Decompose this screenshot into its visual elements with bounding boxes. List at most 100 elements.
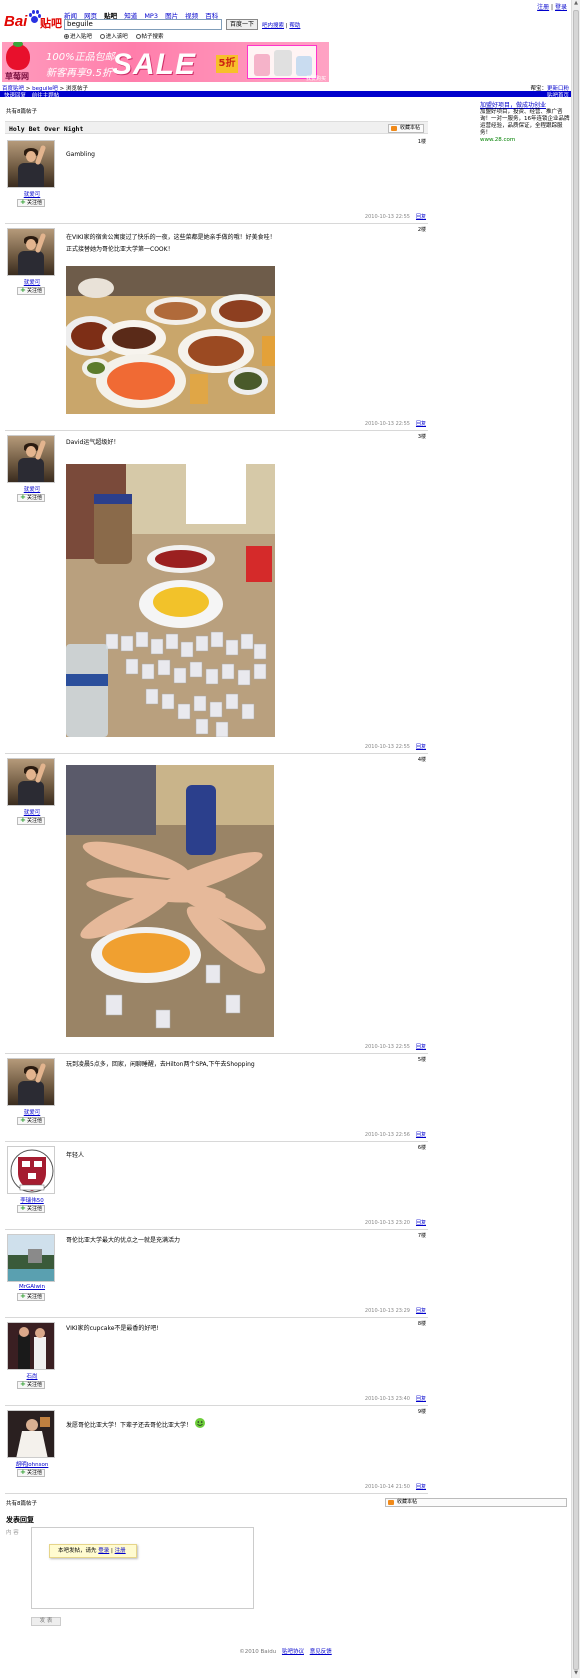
scroll-up-arrow-icon[interactable]: ▲ [573, 0, 579, 8]
harvard-shield-icon [8, 1147, 54, 1193]
follow-button[interactable]: 关注他 [17, 494, 45, 502]
top-links: 注册 | 登录 [537, 4, 567, 11]
follow-button[interactable]: 关注他 [17, 287, 45, 295]
follow-button[interactable]: 关注他 [17, 1469, 45, 1477]
quick-reply-link[interactable]: 快速回复 [4, 93, 26, 99]
username[interactable]: 就爱可 [5, 1108, 59, 1116]
reply-link[interactable]: 回复 [416, 1484, 426, 1490]
login-tip-register-link[interactable]: 注册 [115, 1548, 126, 1554]
side-ad-title[interactable]: 加盟好项目，做成功创业 [480, 102, 570, 109]
favorite-thread-button-bottom[interactable]: 收藏本帖 [385, 1498, 567, 1507]
help-link[interactable]: 帮助 [289, 23, 300, 29]
register-link[interactable]: 注册 [537, 4, 549, 11]
footer-feedback-link[interactable]: 意见反馈 [310, 1649, 332, 1655]
reply-link[interactable]: 回复 [416, 214, 426, 220]
banner-line2: 新客再享9.5折 [46, 68, 112, 79]
floor-number: 2楼 [417, 227, 426, 233]
avatar[interactable] [7, 435, 55, 483]
mahjong-photo[interactable] [66, 464, 275, 737]
vertical-scrollbar[interactable]: ▲ ▼ [571, 0, 580, 1678]
avatar[interactable] [7, 1322, 55, 1370]
scrollbar-thumb[interactable] [573, 10, 579, 1670]
post-time: 2010-10-13 22:56 [364, 1132, 410, 1138]
post-count-bottom: 共有8篇帖子 [6, 1501, 37, 1507]
scroll-down-arrow-icon[interactable]: ▼ [573, 1670, 579, 1678]
avatar[interactable] [7, 758, 55, 806]
avatar[interactable] [7, 1146, 55, 1194]
reply-link[interactable]: 回复 [416, 1396, 426, 1402]
baidu-tieba-logo[interactable]: Bai 贴吧 [4, 10, 62, 32]
post-meta: 2010-10-13 22:55 回复 [365, 1043, 426, 1050]
follow-button[interactable]: 关注他 [17, 817, 45, 825]
avatar[interactable] [7, 1234, 55, 1282]
post-time: 2010-10-13 23:20 [364, 1220, 410, 1226]
username[interactable]: 就爱可 [5, 278, 59, 286]
favorite-thread-button[interactable]: 收藏本帖 [387, 124, 424, 133]
username[interactable]: 就爱可 [5, 485, 59, 493]
search-in-forum-link[interactable]: 吧内搜索 [262, 23, 284, 29]
username[interactable]: 石尚 [5, 1372, 59, 1380]
post-7: MrGAlwin 关注他 7楼 哥伦比亚大学最大的优点之一就是充满活力 2010… [5, 1230, 428, 1318]
floor-number: 8楼 [417, 1321, 426, 1327]
reply-link[interactable]: 回复 [416, 1308, 426, 1314]
reply-link[interactable]: 回复 [416, 1044, 426, 1050]
username[interactable]: 李瑞伟50 [5, 1196, 59, 1204]
banner-products-image [247, 45, 317, 79]
avatar[interactable] [7, 1058, 55, 1106]
username[interactable]: 就爱可 [5, 190, 59, 198]
username[interactable]: MrGAlwin [5, 1284, 59, 1290]
post-meta: 2010-10-13 23:40 回复 [365, 1395, 426, 1402]
radio-enter-forum[interactable]: 进入该吧 [99, 32, 128, 40]
radio-unchecked-icon [135, 34, 141, 39]
avatar[interactable] [7, 228, 55, 276]
radio-label: 进入贴吧 [70, 34, 93, 40]
post-8: 石尚 关注他 8楼 VIKI家的cupcake不是最香的好吧! 2010-10-… [5, 1318, 428, 1406]
reply-link[interactable]: 回复 [416, 421, 426, 427]
radio-checked-icon [64, 34, 69, 39]
login-tip-sep: | [111, 1548, 113, 1554]
search-button[interactable]: 百度一下 [226, 19, 258, 30]
wedding-avatar-image [8, 1411, 54, 1457]
submit-reply-button[interactable]: 发 表 [31, 1617, 61, 1626]
search-options: 进入贴吧 进入该吧 帖子搜索 [64, 32, 170, 40]
hands-photo[interactable] [66, 765, 274, 1037]
radio-enter-tieba[interactable]: 进入贴吧 [64, 32, 92, 40]
reply-textarea[interactable] [31, 1527, 254, 1609]
username[interactable]: 胡明Johnson [5, 1460, 59, 1468]
banner-ad[interactable]: 草莓网 100%正品包邮 新客再享9.5折 SALE 5折 我要购买 [2, 42, 329, 82]
post-content: 发愿哥伦比亚大学！下辈子还去哥伦比亚大学！ [66, 1417, 206, 1432]
search-input[interactable]: beguile [64, 19, 222, 30]
follow-button[interactable]: 关注他 [17, 199, 45, 207]
food-photo[interactable] [66, 266, 275, 414]
smiley-emoticon-icon [194, 1418, 205, 1428]
username[interactable]: 就爱可 [5, 808, 59, 816]
post-time: 2010-10-13 22:55 [364, 744, 410, 750]
footer-terms-link[interactable]: 贴吧协议 [282, 1649, 304, 1655]
goto-topic-link[interactable]: 前往主题帖 [32, 93, 60, 99]
banner-brand: 草莓网 [5, 72, 29, 81]
banner-line1: 100%正品包邮 [46, 52, 115, 63]
radio-post-search[interactable]: 帖子搜索 [135, 32, 164, 40]
paw-icon [28, 10, 41, 24]
post-content: 年轻人 [66, 1150, 84, 1162]
login-link[interactable]: 登录 [555, 4, 567, 11]
reply-link[interactable]: 回复 [416, 1132, 426, 1138]
reply-link[interactable]: 回复 [416, 744, 426, 750]
login-tip-login-link[interactable]: 登录 [98, 1548, 109, 1554]
post-content: VIKI家的cupcake不是最香的好吧! [66, 1323, 159, 1335]
follow-button[interactable]: 关注他 [17, 1381, 45, 1389]
post-content: 哥伦比亚大学最大的优点之一就是充满活力 [66, 1235, 180, 1247]
post-text: 玩到凌晨5点多，回家，闲聊睡醒，去Hilton两个SPA,下午去Shopping [66, 1061, 255, 1068]
avatar[interactable] [7, 140, 55, 188]
tieba-home-link[interactable]: 贴吧首页 [547, 91, 569, 99]
post-content: David运气超级好！ [66, 437, 119, 449]
side-ad[interactable]: 加盟好项目，做成功创业 加盟好项目，投资、经营、推广咨询！一对一服务，16年连锁… [480, 102, 570, 144]
follow-button[interactable]: 关注他 [17, 1205, 45, 1213]
post-6: 李瑞伟50 关注他 6楼 年轻人 2010-10-13 23:20 回复 [5, 1142, 428, 1230]
banner-sale: SALE [112, 48, 197, 81]
follow-button[interactable]: 关注他 [17, 1293, 45, 1301]
avatar[interactable] [7, 1410, 55, 1458]
post-5: 就爱可 关注他 5楼 玩到凌晨5点多，回家，闲聊睡醒，去Hilton两个SPA,… [5, 1054, 428, 1142]
reply-link[interactable]: 回复 [416, 1220, 426, 1226]
follow-button[interactable]: 关注他 [17, 1117, 45, 1125]
